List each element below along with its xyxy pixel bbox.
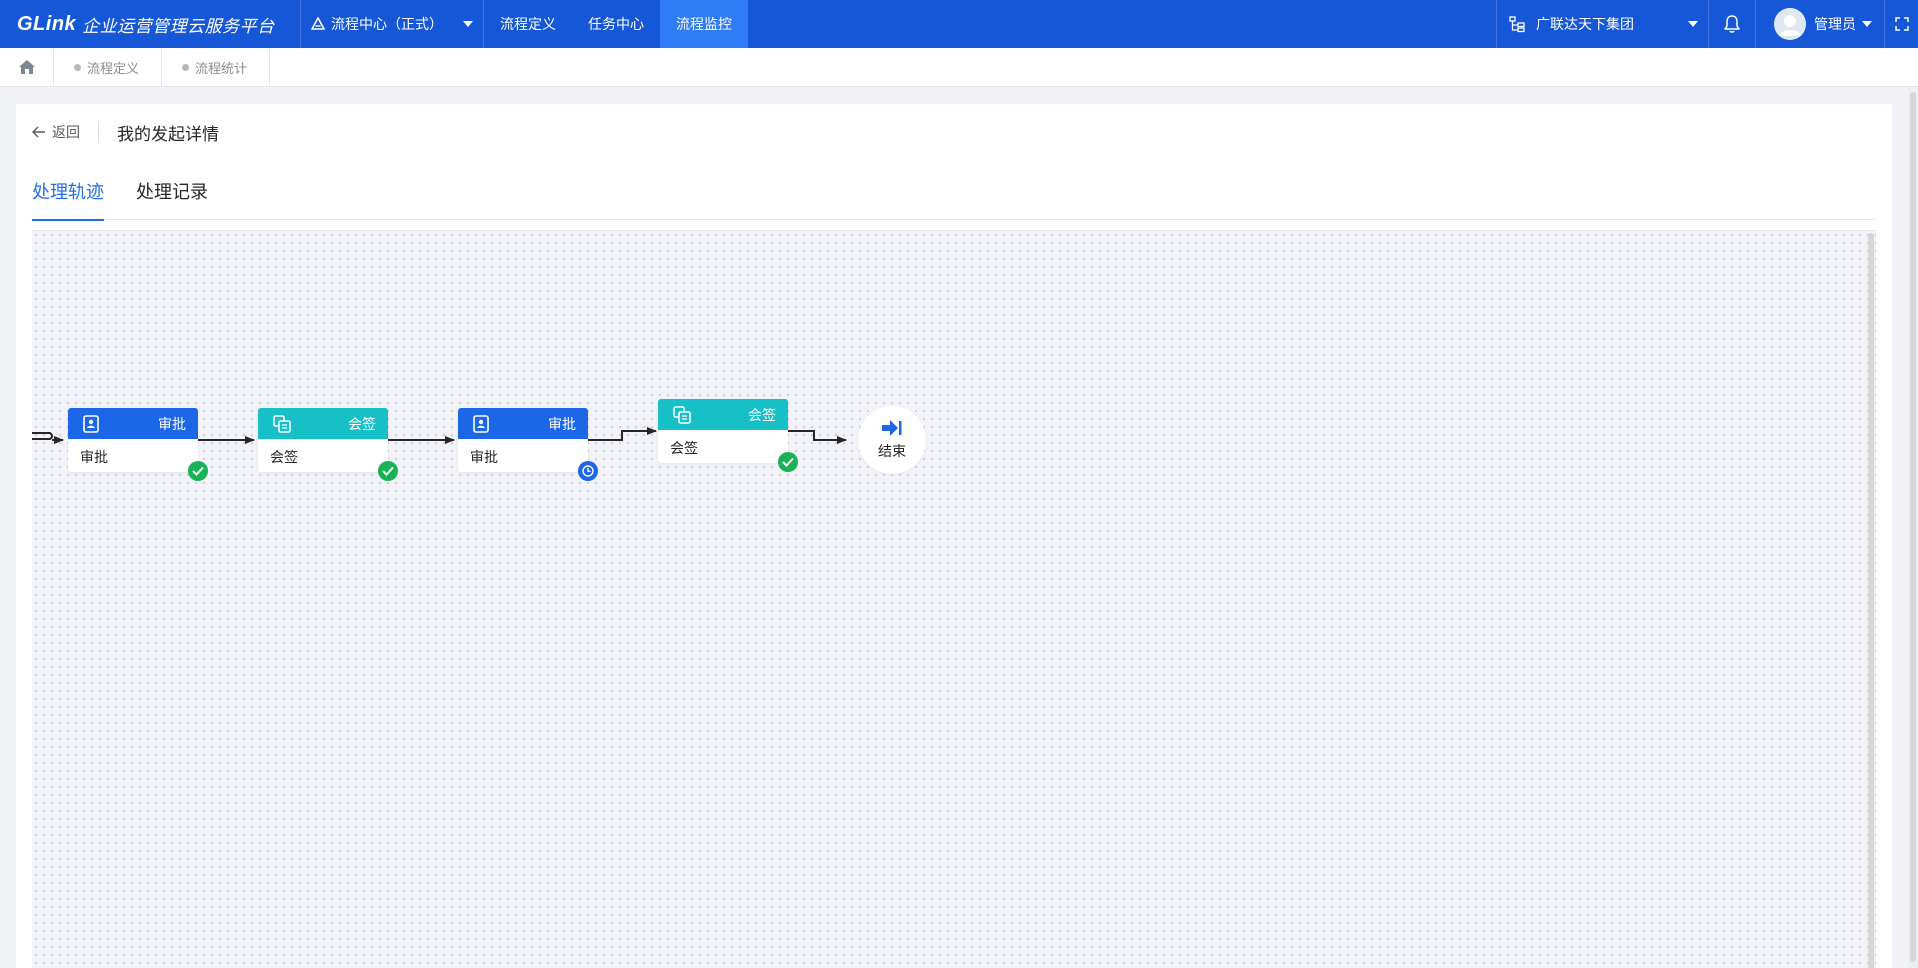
approval-doc-icon: [83, 414, 99, 433]
brand[interactable]: GLink 企业运营管理云服务平台: [0, 0, 301, 48]
flow-edges: [32, 427, 847, 968]
user-avatar-icon: [1774, 8, 1806, 40]
topbar-right: 广联达天下集团 管理员: [1496, 0, 1918, 48]
top-navbar: GLink 企业运营管理云服务平台 流程中心（正式） 流程定义 任务中心 流程监…: [0, 0, 1918, 48]
page-scrollbar-thumb[interactable]: [1910, 92, 1916, 962]
avatar: [1774, 8, 1806, 40]
node-header: 会签: [258, 408, 388, 439]
node-type-label: 审批: [158, 416, 186, 433]
countersign-icon: [673, 405, 691, 424]
nav-item-process-monitor[interactable]: 流程监控: [660, 0, 748, 48]
edge-start-to-node1: [32, 433, 63, 440]
node-type-label: 会签: [748, 407, 776, 424]
page-title: 我的发起详情: [117, 124, 219, 145]
tags-bar: 流程定义 流程统计: [0, 47, 1918, 87]
tag-label: 流程定义: [87, 61, 140, 77]
end-node-label: 结束: [878, 444, 906, 460]
nav-item-task-center[interactable]: 任务中心: [572, 0, 660, 48]
detail-tabs: 处理轨迹 处理记录: [32, 174, 1876, 221]
tag-process-definition[interactable]: 流程定义: [54, 47, 163, 87]
flow-canvas[interactable]: 审批 审批 会签 会签 审批 审批 会签 会签 结束: [32, 230, 1876, 968]
chevron-down-icon: [1688, 21, 1698, 27]
status-clock-icon: [578, 461, 598, 481]
tag-process-statistics[interactable]: 流程统计: [162, 47, 271, 87]
canvas-scrollbar[interactable]: [1868, 233, 1874, 968]
warning-triangle-icon: [311, 17, 325, 30]
org-switcher[interactable]: 广联达天下集团: [1496, 0, 1708, 48]
flow-node-end[interactable]: 结束: [858, 406, 926, 474]
status-check-icon: [378, 461, 398, 481]
node-name: 会签: [670, 441, 698, 457]
home-icon: [18, 60, 35, 74]
flow-node-countersign-2[interactable]: 会签 会签: [658, 399, 798, 472]
user-name: 管理员: [1814, 17, 1856, 33]
page-header: 返回 我的发起详情: [32, 120, 219, 145]
edge-node4-to-end: [784, 430, 847, 444]
status-check-icon: [778, 452, 798, 472]
tab-label: 处理轨迹: [32, 182, 104, 203]
nav-label: 任务中心: [588, 17, 644, 33]
detail-card: 返回 我的发起详情 处理轨迹 处理记录 审批 审批 会签 会签 审批 审批 会签…: [16, 104, 1892, 968]
fullscreen-icon: [1894, 17, 1909, 31]
node-type-label: 审批: [548, 416, 576, 433]
end-arrow-icon: [882, 420, 902, 436]
notification-button[interactable]: [1708, 0, 1756, 48]
node-header: 审批: [458, 408, 588, 439]
brand-logo: GLink: [17, 12, 77, 35]
flow-node-approve-1[interactable]: 审批 审批: [68, 408, 208, 481]
tab-process-records[interactable]: 处理记录: [136, 174, 208, 220]
back-button[interactable]: 返回: [32, 122, 99, 142]
chevron-down-icon: [463, 21, 473, 27]
tag-dot: [74, 63, 81, 71]
node-header: 审批: [68, 408, 198, 439]
edge-node3-to-node4: [584, 427, 657, 441]
nav-label: 流程监控: [676, 17, 732, 33]
node-name: 会签: [270, 450, 298, 466]
fullscreen-button[interactable]: [1884, 0, 1918, 48]
org-tree-icon: [1509, 16, 1525, 33]
center-switcher[interactable]: 流程中心（正式）: [301, 0, 484, 48]
chevron-down-icon: [1862, 21, 1872, 27]
home-button[interactable]: [0, 47, 54, 87]
page-scrollbar[interactable]: [1908, 88, 1918, 968]
tab-process-trace[interactable]: 处理轨迹: [32, 174, 104, 221]
arrow-left-icon: [32, 126, 45, 138]
approval-doc-icon: [473, 414, 489, 433]
brand-name: 企业运营管理云服务平台: [82, 16, 275, 37]
bell-icon: [1724, 15, 1740, 33]
back-label: 返回: [52, 125, 80, 141]
flow-node-countersign-1[interactable]: 会签 会签: [258, 408, 398, 481]
node-type-label: 会签: [348, 416, 376, 433]
tag-dot: [182, 63, 190, 71]
countersign-icon: [273, 414, 291, 433]
status-check-icon: [188, 461, 208, 481]
tag-label: 流程统计: [195, 61, 248, 77]
user-menu[interactable]: 管理员: [1756, 0, 1884, 48]
node-header: 会签: [658, 399, 788, 430]
tab-label: 处理记录: [136, 182, 208, 203]
node-name: 审批: [80, 450, 108, 466]
center-switcher-label: 流程中心（正式）: [331, 17, 443, 33]
node-name: 审批: [470, 450, 498, 466]
nav-item-process-definition[interactable]: 流程定义: [484, 0, 572, 48]
org-switcher-label: 广联达天下集团: [1536, 17, 1634, 33]
flow-node-approve-2[interactable]: 审批 审批: [458, 408, 598, 481]
nav-label: 流程定义: [500, 17, 556, 33]
